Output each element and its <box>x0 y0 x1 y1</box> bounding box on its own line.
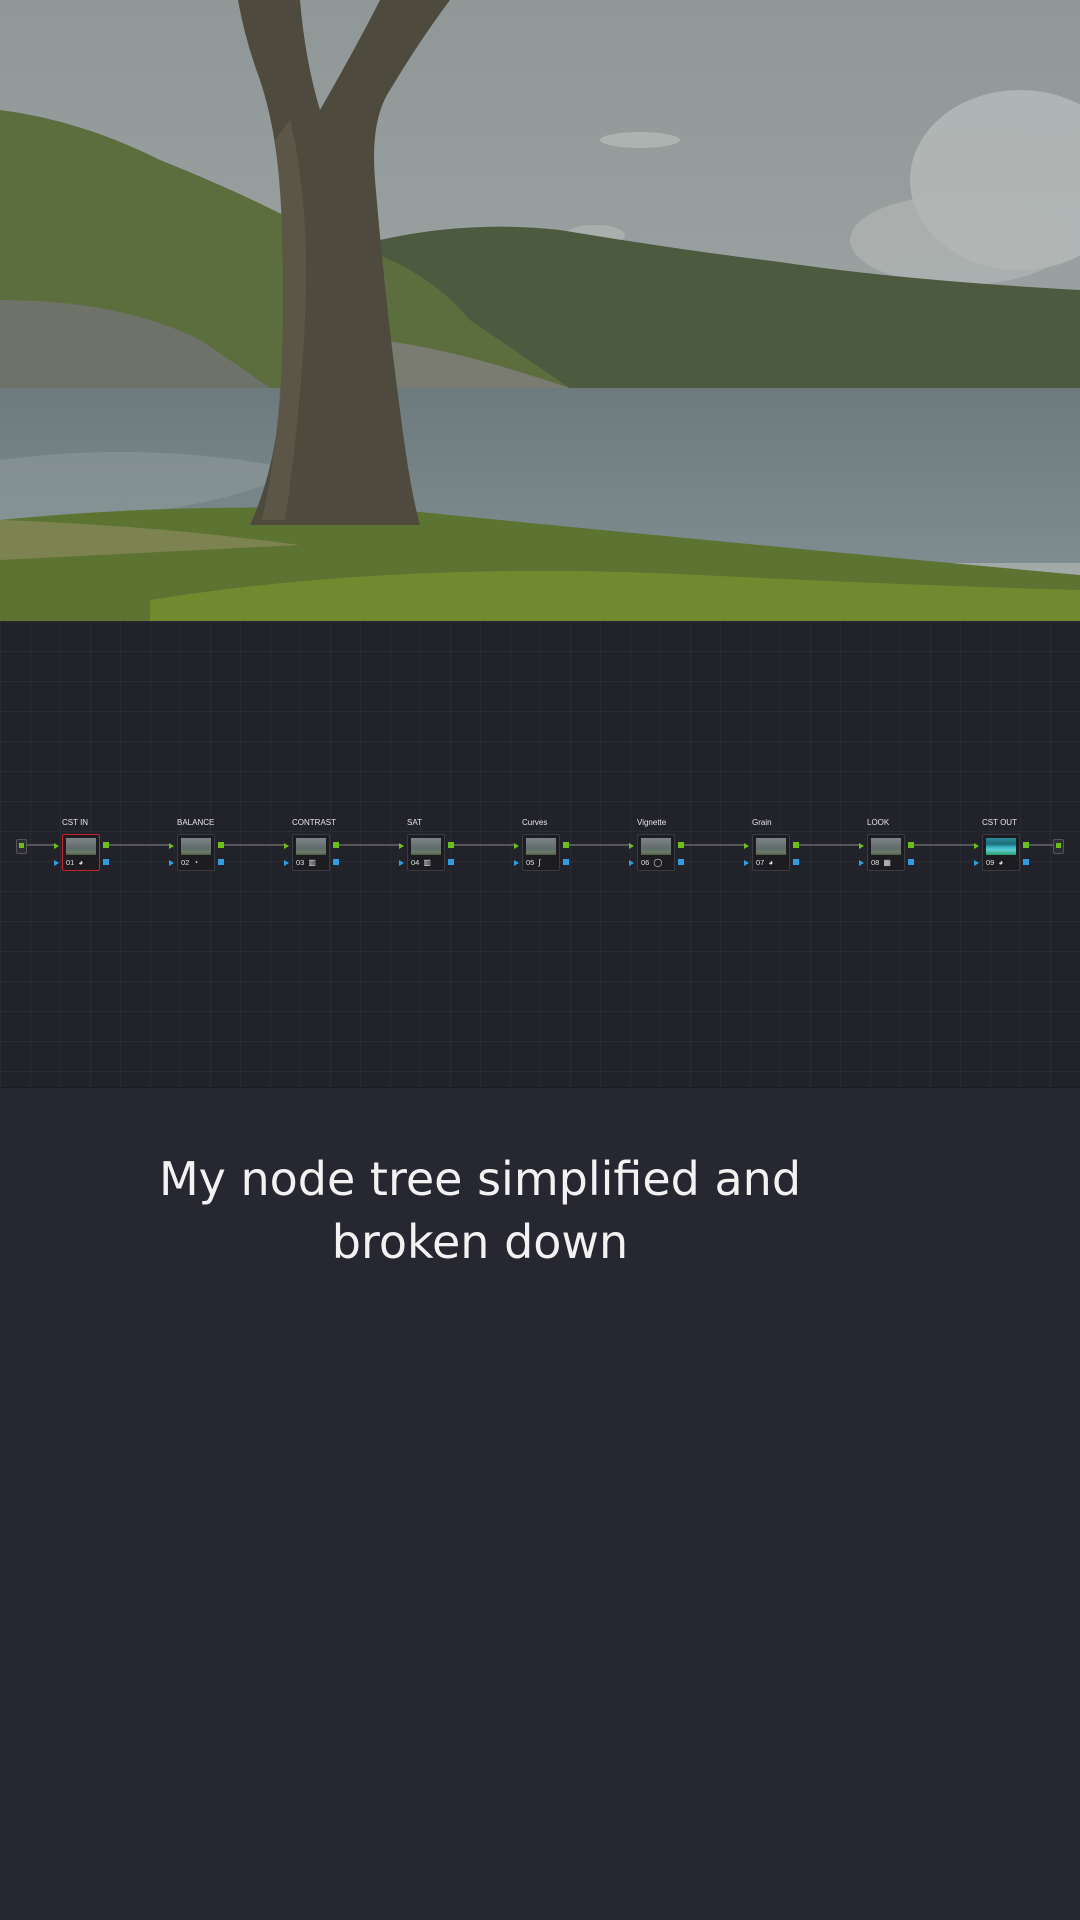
node-number: 09 <box>986 858 995 867</box>
rgb-output-port[interactable] <box>793 842 799 848</box>
node-footer: 02 ◔ <box>181 857 211 868</box>
color-space-icon: ◕ <box>998 857 1004 867</box>
node-box[interactable]: 09 ◕ <box>982 834 1020 871</box>
node-thumbnail <box>66 838 96 855</box>
rgb-input-port[interactable] <box>284 843 289 849</box>
caption-text: My node tree simplified and broken down <box>158 1152 802 1269</box>
rgb-output-port[interactable] <box>1023 842 1029 848</box>
rgb-output-port[interactable] <box>218 842 224 848</box>
node-number: 08 <box>871 858 880 867</box>
rgb-input-port[interactable] <box>744 843 749 849</box>
node-footer: 01 ◕ <box>66 857 96 868</box>
node-box[interactable]: 03 ▥ <box>292 834 330 871</box>
node-footer: 05 ∫ <box>526 857 556 868</box>
color-space-icon: ◕ <box>78 857 84 867</box>
alpha-input-port[interactable] <box>514 860 519 866</box>
alpha-input-port[interactable] <box>169 860 174 866</box>
node-box[interactable]: 07 ◕ <box>752 834 790 871</box>
node-number: 07 <box>756 858 765 867</box>
alpha-output-port[interactable] <box>678 859 684 865</box>
rgb-input-port[interactable] <box>399 843 404 849</box>
node-thumbnail <box>986 838 1016 855</box>
node-label: Grain <box>752 818 772 827</box>
lut-icon: ▦ <box>883 857 891 867</box>
node-thumbnail <box>756 838 786 855</box>
curves-icon: ∫ <box>538 857 541 867</box>
rgb-input-port[interactable] <box>859 843 864 849</box>
alpha-output-port[interactable] <box>333 859 339 865</box>
rgb-input-port[interactable] <box>974 843 979 849</box>
node-box[interactable]: 01 ◕ <box>62 834 100 871</box>
node-thumbnail <box>181 838 211 855</box>
node-number: 06 <box>641 858 650 867</box>
alpha-input-port[interactable] <box>859 860 864 866</box>
node-box[interactable]: 04 ▥ <box>407 834 445 871</box>
alpha-input-port[interactable] <box>629 860 634 866</box>
landscape-image <box>0 0 1080 621</box>
rgb-output-port[interactable] <box>678 842 684 848</box>
node-thumbnail <box>296 838 326 855</box>
node-footer: 03 ▥ <box>296 857 326 868</box>
node-label: LOOK <box>867 818 890 827</box>
node-label: Vignette <box>637 818 667 827</box>
primaries-bars-icon: ▥ <box>423 857 431 867</box>
node-footer: 07 ◕ <box>756 857 786 868</box>
effect-icon: ◕ <box>768 857 774 867</box>
source-input-port[interactable] <box>16 839 27 854</box>
node-thumbnail <box>871 838 901 855</box>
node-footer: 04 ▥ <box>411 857 441 868</box>
alpha-output-port[interactable] <box>103 859 109 865</box>
node-box[interactable]: 08 ▦ <box>867 834 905 871</box>
primaries-bars-icon: ▥ <box>308 857 316 867</box>
node-footer: 09 ◕ <box>986 857 1016 868</box>
node-thumbnail <box>641 838 671 855</box>
alpha-input-port[interactable] <box>744 860 749 866</box>
rgb-output-port[interactable] <box>103 842 109 848</box>
node-number: 01 <box>66 858 75 867</box>
node-footer: 06 ◯ <box>641 857 671 868</box>
alpha-input-port[interactable] <box>54 860 59 866</box>
alpha-output-port[interactable] <box>448 859 454 865</box>
rgb-input-port[interactable] <box>54 843 59 849</box>
node-footer: 08 ▦ <box>871 857 901 868</box>
node-label: CST OUT <box>982 818 1017 827</box>
node-box[interactable]: 06 ◯ <box>637 834 675 871</box>
alpha-input-port[interactable] <box>284 860 289 866</box>
alpha-input-port[interactable] <box>974 860 979 866</box>
node-label: BALANCE <box>177 818 215 827</box>
node-label: CONTRAST <box>292 818 336 827</box>
rgb-input-port[interactable] <box>169 843 174 849</box>
rgb-output-port[interactable] <box>563 842 569 848</box>
rgb-output-port[interactable] <box>333 842 339 848</box>
rgb-input-port[interactable] <box>514 843 519 849</box>
node-label: SAT <box>407 818 422 827</box>
node-thumbnail <box>526 838 556 855</box>
rgb-output-port[interactable] <box>448 842 454 848</box>
node-number: 02 <box>181 858 190 867</box>
alpha-output-port[interactable] <box>218 859 224 865</box>
node-number: 04 <box>411 858 420 867</box>
alpha-input-port[interactable] <box>399 860 404 866</box>
node-box[interactable]: 05 ∫ <box>522 834 560 871</box>
node-label: Curves <box>522 818 548 827</box>
alpha-output-port[interactable] <box>793 859 799 865</box>
power-window-icon: ◯ <box>653 857 663 867</box>
node-editor[interactable]: CST IN 01 ◕ BALANCE 02 ◔ CONTRAST 03 ▥ SAT 04 ▥ Curv… <box>0 621 1080 1088</box>
rgb-input-port[interactable] <box>629 843 634 849</box>
node-box[interactable]: 02 ◔ <box>177 834 215 871</box>
node-number: 03 <box>296 858 305 867</box>
alpha-output-port[interactable] <box>563 859 569 865</box>
alpha-output-port[interactable] <box>1023 859 1029 865</box>
output-port[interactable] <box>1053 839 1064 854</box>
node-label: CST IN <box>62 818 89 827</box>
viewer-image <box>0 0 1080 622</box>
color-wheels-icon: ◔ <box>193 857 199 867</box>
node-thumbnail <box>411 838 441 855</box>
alpha-output-port[interactable] <box>908 859 914 865</box>
rgb-output-port[interactable] <box>908 842 914 848</box>
node-number: 05 <box>526 858 535 867</box>
